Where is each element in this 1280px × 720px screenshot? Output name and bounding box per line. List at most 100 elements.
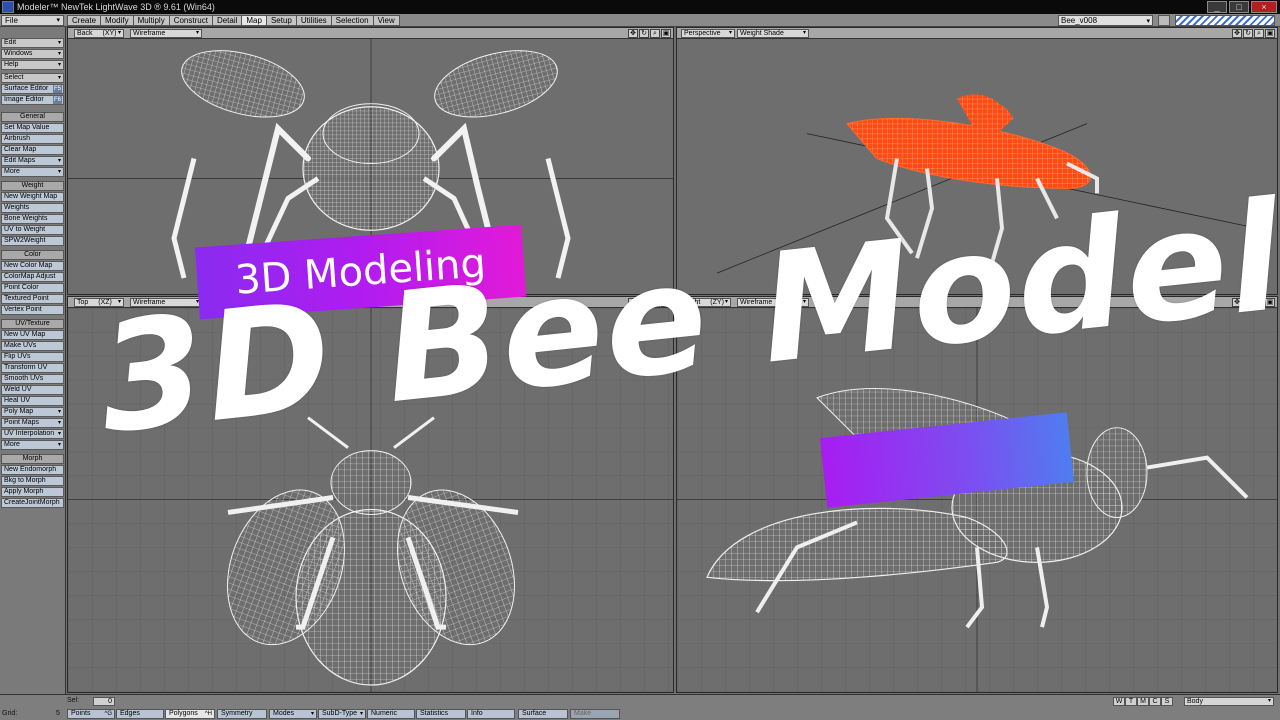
button-row: Grid: 5 Points ^G Edges Polygons ^H Symmet… <box>0 709 1280 720</box>
render-mode-select[interactable]: Weight Shade ▾ <box>737 29 809 38</box>
windows-menu[interactable]: Windows ▾ <box>1 49 64 59</box>
zoom-view-icon[interactable]: ⌕ <box>650 29 660 38</box>
edit-menu[interactable]: Edit ▾ <box>1 38 64 48</box>
smooth-uvs-button[interactable]: Smooth UVs <box>1 374 64 384</box>
maximize-view-icon[interactable]: ▣ <box>1265 29 1275 38</box>
make-button[interactable]: Make <box>570 709 620 719</box>
vertex-map-select[interactable]: Body ▾ <box>1184 697 1274 706</box>
new-weight-map-button[interactable]: New Weight Map <box>1 192 64 202</box>
poly-map-menu[interactable]: Poly Map ▾ <box>1 407 64 417</box>
vertex-point-button[interactable]: Vertex Point <box>1 305 64 315</box>
heal-uv-button[interactable]: Heal UV <box>1 396 64 406</box>
tab-modify[interactable]: Modify <box>101 15 134 26</box>
mode-button-m[interactable]: M <box>1137 697 1149 706</box>
point-color-button[interactable]: Point Color <box>1 283 64 293</box>
file-menu[interactable]: File ▾ <box>1 15 64 26</box>
symmetry-toggle[interactable]: Symmetry <box>217 709 267 719</box>
subd-type-menu[interactable]: SubD-Type ▾ <box>318 709 366 719</box>
tab-multiply[interactable]: Multiply <box>133 15 170 26</box>
flip-uvs-button[interactable]: Flip UVs <box>1 352 64 362</box>
uv-interpolation-menu[interactable]: UV Interpolation ▾ <box>1 429 64 439</box>
tab-utilities[interactable]: Utilities <box>296 15 332 26</box>
object-select[interactable]: Bee_v008 ▾ <box>1058 15 1153 26</box>
bone-weights-button[interactable]: Bone Weights <box>1 214 64 224</box>
tab-detail[interactable]: Detail <box>212 15 243 26</box>
more-label: More <box>4 441 20 448</box>
mode-button-c[interactable]: C <box>1149 697 1161 706</box>
view-type-label: Perspective <box>684 30 721 37</box>
shortcut-key: F5 <box>52 85 62 93</box>
rotate-view-icon[interactable]: ↻ <box>1243 29 1253 38</box>
points-mode-button[interactable]: Points ^G <box>67 709 115 719</box>
info-button[interactable]: Info <box>467 709 515 719</box>
minimize-button[interactable]: _ <box>1207 1 1227 13</box>
maximize-button[interactable]: □ <box>1229 1 1249 13</box>
tab-map[interactable]: Map <box>242 15 267 26</box>
spw2weight-button[interactable]: SPW2Weight <box>1 236 64 246</box>
mode-button-s[interactable]: S <box>1161 697 1173 706</box>
polygons-mode-button[interactable]: Polygons ^H <box>165 709 215 719</box>
transform-uv-button[interactable]: Transform UV <box>1 363 64 373</box>
points-label: Points <box>71 710 91 717</box>
edit-maps-menu[interactable]: Edit Maps ▾ <box>1 156 64 166</box>
weights-button[interactable]: Weights <box>1 203 64 213</box>
tab-view[interactable]: View <box>373 15 400 26</box>
tab-setup[interactable]: Setup <box>266 15 297 26</box>
new-color-map-button[interactable]: New Color Map <box>1 261 64 271</box>
render-mode-label: Weight Shade <box>740 30 784 37</box>
edges-mode-button[interactable]: Edges <box>116 709 164 719</box>
file-menu-label: File <box>5 16 18 25</box>
layer-toggle-button[interactable] <box>1158 15 1170 26</box>
mode-button-t[interactable]: T <box>1125 697 1137 706</box>
mode-button-w[interactable]: W <box>1113 697 1125 706</box>
select-menu[interactable]: Select ▾ <box>1 73 64 83</box>
image-editor-button[interactable]: Image Editor F6 <box>1 95 64 105</box>
airbrush-button[interactable]: Airbrush <box>1 134 64 144</box>
close-button[interactable]: × <box>1251 1 1277 13</box>
layer-strip[interactable] <box>1175 15 1275 26</box>
uv-more-menu[interactable]: More ▾ <box>1 440 64 450</box>
view-type-select[interactable]: Perspective ▾ <box>681 29 735 38</box>
status-bar: Sel: 0 W T M C S Body ▾ Grid: 5 Points ^G … <box>0 694 1280 720</box>
surface-label: Surface <box>522 710 547 717</box>
move-view-icon[interactable]: ✥ <box>1232 29 1242 38</box>
numeric-button[interactable]: Numeric <box>367 709 415 719</box>
chevron-down-icon: ▾ <box>57 158 61 164</box>
chevron-down-icon: ▾ <box>57 75 61 81</box>
set-map-value-button[interactable]: Set Map Value <box>1 123 64 133</box>
view-type-select[interactable]: Back (XY) ▾ <box>74 29 124 38</box>
modes-label: Modes <box>273 710 295 717</box>
new-endomorph-button[interactable]: New Endomorph <box>1 465 64 475</box>
point-maps-label: Point Maps <box>4 419 40 426</box>
maximize-view-icon[interactable]: ▣ <box>661 29 671 38</box>
app-icon <box>2 1 14 13</box>
new-uv-map-button[interactable]: New UV Map <box>1 330 64 340</box>
move-view-icon[interactable]: ✥ <box>628 29 638 38</box>
poly-map-label: Poly Map <box>4 408 34 415</box>
uv-to-weight-button[interactable]: UV to Weight <box>1 225 64 235</box>
help-menu[interactable]: Help ▾ <box>1 60 64 70</box>
weld-uv-button[interactable]: Weld UV <box>1 385 64 395</box>
textured-point-button[interactable]: Textured Point <box>1 294 64 304</box>
tab-selection[interactable]: Selection <box>331 15 374 26</box>
view-type-label: Back <box>77 30 93 37</box>
make-uvs-button[interactable]: Make UVs <box>1 341 64 351</box>
general-more-menu[interactable]: More ▾ <box>1 167 64 177</box>
modes-menu[interactable]: Modes ▾ <box>269 709 317 719</box>
clear-map-button[interactable]: Clear Map <box>1 145 64 155</box>
create-joint-morph-button[interactable]: CreateJointMorph <box>1 498 64 508</box>
zoom-view-icon[interactable]: ⌕ <box>1254 29 1264 38</box>
tab-create[interactable]: Create <box>67 15 102 26</box>
bkg-to-morph-button[interactable]: Bkg to Morph <box>1 476 64 486</box>
statistics-button[interactable]: Statistics <box>416 709 466 719</box>
colormap-adjust-button[interactable]: ColorMap Adjust <box>1 272 64 282</box>
apply-morph-button[interactable]: Apply Morph <box>1 487 64 497</box>
tab-construct[interactable]: Construct <box>169 15 213 26</box>
surface-editor-button[interactable]: Surface Editor F5 <box>1 84 64 94</box>
rotate-view-icon[interactable]: ↻ <box>639 29 649 38</box>
surface-button[interactable]: Surface <box>518 709 568 719</box>
subd-type-label: SubD-Type <box>322 710 358 717</box>
point-maps-menu[interactable]: Point Maps ▾ <box>1 418 64 428</box>
render-mode-select[interactable]: Wireframe ▾ <box>130 29 202 38</box>
selection-count: 0 <box>93 697 115 706</box>
